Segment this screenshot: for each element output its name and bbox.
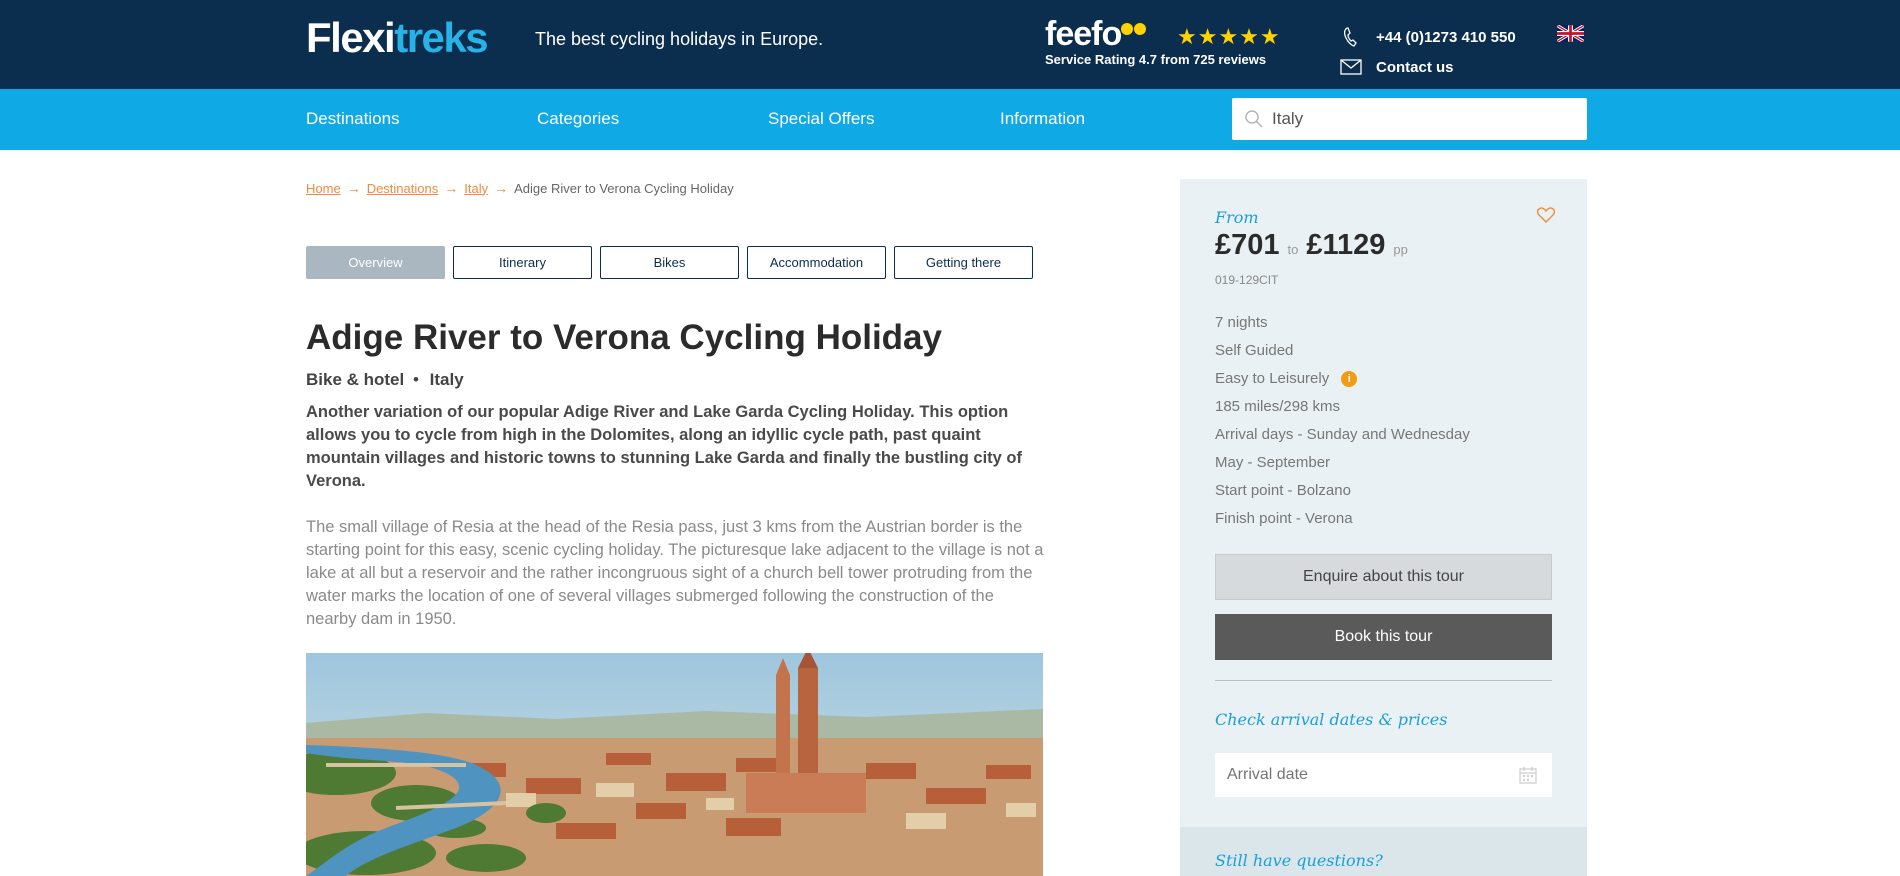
arrival-date-field[interactable]	[1215, 753, 1552, 797]
phone-row[interactable]: +44 (0)1273 410 550	[1340, 22, 1516, 52]
contact-us-link[interactable]: Contact us	[1340, 52, 1516, 82]
arrow-right-icon: →	[444, 180, 459, 196]
tagline: The best cycling holidays in Europe.	[535, 29, 824, 49]
arrow-right-icon: →	[494, 180, 509, 196]
breadcrumb-destinations[interactable]: Destinations	[367, 181, 439, 196]
check-dates-link[interactable]: Check arrival dates & prices	[1215, 710, 1447, 729]
tab-overview[interactable]: Overview	[306, 246, 445, 279]
arrow-right-icon: →	[346, 180, 361, 196]
fact-text: Easy to Leisurely	[1215, 370, 1330, 387]
contact-us-label: Contact us	[1376, 58, 1454, 76]
feefo-rating-text: Service Rating 4.7 from 725 reviews	[1045, 52, 1267, 67]
price-to: £1129	[1306, 229, 1386, 261]
feefo-logo: feefo	[1045, 15, 1122, 53]
fact-text: Arrival days - Sunday and Wednesday	[1215, 426, 1470, 443]
fact-grade: Easy to Leisurely i	[1215, 365, 1470, 393]
price-from: £701	[1215, 229, 1280, 261]
enquire-button[interactable]: Enquire about this tour	[1215, 554, 1552, 600]
tab-bikes[interactable]: Bikes	[600, 246, 739, 279]
fact-arrival-days: Arrival days - Sunday and Wednesday	[1215, 421, 1470, 449]
verona-panorama-image	[306, 653, 1043, 876]
tour-tabs: Overview Itinerary Bikes Accommodation G…	[306, 246, 1041, 279]
intro-paragraph: Another variation of our popular Adige R…	[306, 403, 1022, 490]
phone-icon	[1340, 26, 1362, 48]
fact-distance: 185 miles/298 kms	[1215, 393, 1470, 421]
fact-text: Finish point - Verona	[1215, 510, 1353, 527]
rating-stars: ★★★★★	[1177, 24, 1281, 49]
tour-code: 019-129CIT	[1215, 273, 1279, 287]
heart-icon[interactable]	[1536, 207, 1556, 228]
info-icon[interactable]: i	[1341, 371, 1358, 387]
from-label: From	[1215, 208, 1259, 227]
phone-number: +44 (0)1273 410 550	[1376, 28, 1516, 46]
fact-finish-point: Finish point - Verona	[1215, 505, 1470, 533]
book-tour-button[interactable]: Book this tour	[1215, 614, 1552, 660]
logo-part2: treks	[394, 14, 488, 61]
tab-itinerary[interactable]: Itinerary	[453, 246, 592, 279]
tab-accommodation[interactable]: Accommodation	[747, 246, 886, 279]
tab-getting-there[interactable]: Getting there	[894, 246, 1033, 279]
feefo-eyes-icon	[1121, 22, 1147, 40]
arrival-date-input[interactable]	[1227, 753, 1507, 797]
still-have-questions-heading: Still have questions?	[1215, 851, 1383, 870]
fact-text: 7 nights	[1215, 314, 1268, 331]
fact-text: 185 miles/298 kms	[1215, 398, 1341, 415]
main-nav: Destinations Categories Special Offers I…	[0, 89, 1900, 150]
search-icon	[1244, 109, 1264, 134]
search-box[interactable]	[1232, 98, 1587, 140]
fact-nights: 7 nights	[1215, 309, 1470, 337]
nav-information[interactable]: Information	[1000, 109, 1085, 129]
tour-subline: Bike & hotel • Italy	[306, 370, 464, 390]
logo-part1: Flexi	[306, 14, 396, 61]
breadcrumb-current: Adige River to Verona Cycling Holiday	[514, 180, 734, 196]
fact-text: Self Guided	[1215, 342, 1294, 359]
uk-flag-icon[interactable]	[1556, 24, 1585, 43]
nav-destinations[interactable]: Destinations	[306, 109, 400, 129]
separator-dot: •	[412, 370, 419, 389]
price-to-label: to	[1287, 242, 1299, 257]
top-header: Flexitreks The best cycling holidays in …	[0, 0, 1900, 89]
price-range: £701 to £1129 pp	[1215, 229, 1416, 262]
fact-text: May - September	[1215, 454, 1331, 471]
contact-block: +44 (0)1273 410 550 Contact us	[1340, 22, 1516, 82]
page-title: Adige River to Verona Cycling Holiday	[306, 318, 942, 357]
fact-text: Start point - Bolzano	[1215, 482, 1351, 499]
breadcrumb-italy[interactable]: Italy	[464, 181, 488, 196]
search-input[interactable]	[1272, 98, 1572, 140]
fact-guide-type: Self Guided	[1215, 337, 1470, 365]
divider	[1215, 680, 1552, 681]
breadcrumb: Home → Destinations → Italy → Adige Rive…	[306, 180, 734, 196]
fact-season: May - September	[1215, 449, 1470, 477]
questions-panel: Still have questions?	[1180, 827, 1587, 876]
breadcrumb-home[interactable]: Home	[306, 181, 341, 196]
envelope-icon	[1340, 56, 1362, 78]
booking-sidebar: From £701 to £1129 pp 019-129CIT 7 night…	[1180, 179, 1587, 876]
feefo-rating-widget[interactable]: feefo ★★★★★ Service Rating 4.7 from 725 …	[1045, 16, 1285, 67]
body-paragraph: The small village of Resia at the head o…	[306, 518, 1044, 628]
calendar-icon[interactable]	[1518, 765, 1538, 790]
tour-category: Bike & hotel	[306, 370, 405, 389]
nav-special-offers[interactable]: Special Offers	[768, 109, 874, 129]
flexitreks-logo[interactable]: Flexitreks	[306, 14, 489, 62]
per-person-label: pp	[1393, 242, 1408, 257]
tour-facts: 7 nights Self Guided Easy to Leisurely i …	[1215, 309, 1470, 533]
nav-categories[interactable]: Categories	[537, 109, 619, 129]
tour-country: Italy	[429, 370, 464, 389]
fact-start-point: Start point - Bolzano	[1215, 477, 1470, 505]
